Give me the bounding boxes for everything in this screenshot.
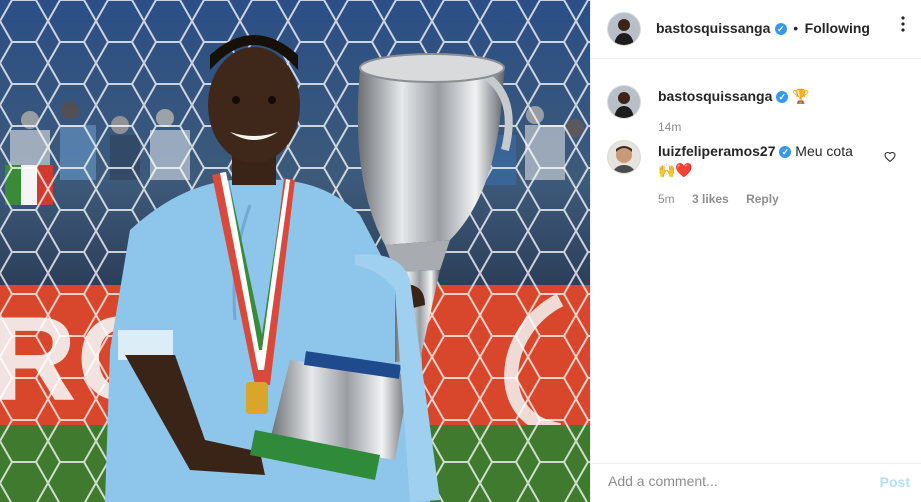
commenter-avatar[interactable] [608,141,640,173]
verified-badge-icon: ✓ [779,146,792,159]
commenter-avatar-image [608,141,640,173]
header-username[interactable]: bastosquissanga [656,20,770,36]
trophy-celebration-image: RO [0,0,590,502]
comment-input[interactable]: Add a comment... [608,473,718,489]
comment-likes[interactable]: 3 likes [692,192,729,206]
caption-username[interactable]: bastosquissanga [658,88,772,104]
trophy-emoji: 🏆 [792,88,810,104]
instagram-post-view: RO [0,0,921,502]
follow-separator: • [793,20,799,36]
verified-badge-icon: ✓ [776,91,789,104]
post-comment-button[interactable]: Post [880,474,910,490]
caption-line: bastosquissanga ✓ 🏆 [658,88,810,105]
caption-avatar[interactable] [608,86,640,118]
like-comment-heart-icon[interactable] [884,150,896,163]
post-sidebar: bastosquissanga ✓ • Following bastosquis… [590,0,921,502]
commenter-username[interactable]: luizfeliperamos27 [658,143,776,159]
following-button[interactable]: Following [805,20,870,36]
comments-list: bastosquissanga ✓ 🏆 14m luizfeliperamos2… [591,60,921,460]
author-avatar-image [608,13,640,45]
header-line: bastosquissanga ✓ • Following [656,20,870,38]
comment-composer: Add a comment... Post [591,463,921,502]
comment-text: Meu cota [795,143,853,159]
post-photo[interactable]: RO [0,0,590,502]
more-options-dots [901,16,905,32]
comment-body: luizfeliperamos27 ✓ Meu cota 🙌❤️ [658,142,878,180]
heart-outline [884,151,896,163]
author-avatar[interactable] [608,13,640,45]
post-header: bastosquissanga ✓ • Following [591,0,921,59]
caption-time[interactable]: 14m [658,120,681,134]
reply-button[interactable]: Reply [746,192,779,206]
comment-meta: 5m 3 likes Reply [658,192,779,206]
comment-time[interactable]: 5m [658,192,675,206]
more-options-icon[interactable] [901,16,905,32]
verified-badge-icon: ✓ [774,22,787,35]
comment-emojis: 🙌❤️ [658,162,693,178]
caption-avatar-image [608,86,640,118]
